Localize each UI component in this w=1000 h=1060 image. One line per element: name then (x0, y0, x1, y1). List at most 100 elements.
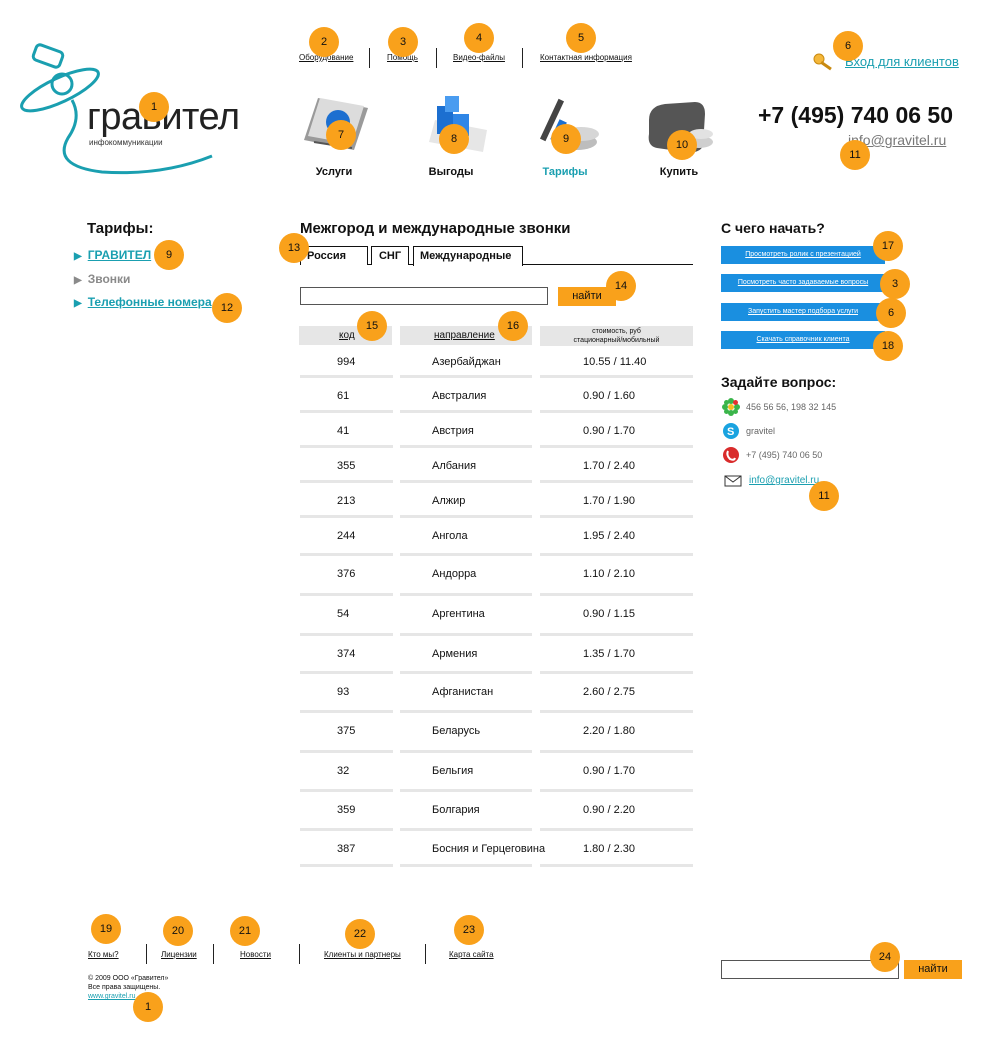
row-separator (400, 750, 532, 753)
row-separator (400, 789, 532, 792)
ask-title: Задайте вопрос: (721, 374, 837, 390)
cell-direction: Бельгия (432, 765, 474, 777)
cell-code: 387 (337, 843, 356, 855)
logo-tagline: инфокоммуникации (89, 138, 163, 147)
sidebar-item-phone-numbers[interactable]: ▶ Телефонные номера (74, 295, 212, 309)
download-guide-button[interactable]: Скачать справочник клиента (721, 331, 885, 349)
annotation-badge: 3 (880, 269, 910, 299)
footer-link-about[interactable]: Кто мы? (88, 950, 119, 959)
cell-code: 61 (337, 390, 350, 402)
phone-icon (722, 446, 740, 469)
row-separator (400, 515, 532, 518)
cell-direction: Босния и Герцеговина (432, 843, 546, 855)
row-separator (300, 828, 393, 831)
svg-text:S: S (727, 426, 734, 438)
row-separator (300, 480, 393, 483)
row-separator (300, 750, 393, 753)
row-separator (300, 671, 393, 674)
row-separator (540, 375, 693, 378)
sidebar-item-label: Звонки (87, 272, 131, 286)
cell-direction: Беларусь (432, 725, 481, 737)
cell-direction: Болгария (432, 804, 480, 816)
sidebar-item-label[interactable]: Телефонные номера (88, 295, 212, 309)
top-link-contacts[interactable]: Контактная информация (540, 53, 632, 62)
annotation-badge: 22 (345, 919, 375, 949)
footer-link-clients[interactable]: Клиенты и партнеры (324, 950, 401, 959)
sidebar-item-calls[interactable]: ▶ Звонки (74, 272, 130, 286)
row-separator (400, 445, 532, 448)
row-separator (540, 593, 693, 596)
table-row: 375 Беларусь 2.20 / 1.80 (300, 716, 693, 751)
watch-presentation-button[interactable]: Просмотреть ролик с презентацией (721, 246, 885, 264)
row-separator (300, 710, 393, 713)
cell-direction: Албания (432, 460, 477, 472)
row-separator (400, 828, 532, 831)
annotation-badge: 6 (833, 31, 863, 61)
cell-cost: 10.55 / 11.40 (583, 356, 647, 368)
cell-code: 374 (337, 648, 356, 660)
footer-link-sitemap[interactable]: Карта сайта (449, 950, 494, 959)
contact-phone: +7 (495) 740 06 50 (746, 450, 823, 460)
arrow-right-icon: ▶ (74, 298, 82, 309)
annotation-badge: 9 (154, 240, 184, 270)
top-link-video[interactable]: Видео-файлы (453, 53, 505, 62)
table-row: 93 Афганистан 2.60 / 2.75 (300, 677, 693, 712)
cell-code: 355 (337, 460, 356, 472)
tab-russia[interactable]: Россия (300, 246, 368, 265)
row-separator (540, 633, 693, 636)
search-input[interactable] (300, 287, 548, 305)
header-phone: +7 (495) 740 06 50 (758, 102, 954, 128)
row-separator (400, 553, 532, 556)
divider (425, 944, 426, 964)
footer-site-link[interactable]: www.gravitel.ru (88, 993, 135, 1000)
annotation-badge: 5 (566, 23, 596, 53)
sort-by-direction-link[interactable]: направление (434, 330, 495, 341)
sort-by-code-link[interactable]: код (339, 330, 355, 341)
table-row: 376 Андорра 1.10 / 2.10 (300, 559, 693, 594)
contact-email-link[interactable]: info@gravitel.ru (749, 475, 819, 486)
table-row: 374 Армения 1.35 / 1.70 (300, 639, 693, 674)
row-separator (400, 633, 532, 636)
annotation-badge: 11 (840, 140, 870, 170)
row-separator (300, 633, 393, 636)
rights-text: Все права защищены. (88, 984, 161, 991)
footer-search-button[interactable]: найти (904, 960, 962, 979)
sidebar-item-label[interactable]: ГРАВИТЕЛ (88, 248, 151, 262)
mail-icon (724, 474, 742, 492)
row-separator (400, 864, 532, 867)
sidebar-item-gravitel[interactable]: ▶ ГРАВИТЕЛ (74, 248, 151, 262)
row-separator (540, 671, 693, 674)
cell-direction: Австрия (432, 425, 474, 437)
cell-cost: 0.90 / 1.15 (583, 608, 635, 620)
cell-code: 41 (337, 425, 350, 437)
table-row: 32 Бельгия 0.90 / 1.70 (300, 756, 693, 791)
cell-direction: Афганистан (432, 686, 494, 698)
row-separator (540, 410, 693, 413)
table-row: 244 Ангола 1.95 / 2.40 (300, 521, 693, 556)
divider (213, 944, 214, 964)
tab-international[interactable]: Международные (413, 246, 523, 266)
footer-link-licenses[interactable]: Лицензии (161, 950, 197, 959)
cell-code: 244 (337, 530, 356, 542)
logo[interactable]: гравител инфокоммуникации (12, 40, 252, 180)
row-separator (300, 864, 393, 867)
client-login-link[interactable]: Вход для клиентов (845, 54, 959, 69)
sidebar-title: Тарифы: (87, 220, 154, 237)
page-title: Межгород и международные звонки (300, 220, 571, 237)
footer-link-news[interactable]: Новости (240, 950, 271, 959)
divider (299, 944, 300, 964)
row-separator (400, 375, 532, 378)
tab-cis[interactable]: СНГ (371, 246, 409, 265)
copyright-text: © 2009 ООО «Гравител» (88, 975, 169, 982)
annotation-badge: 1 (133, 992, 163, 1022)
cell-cost: 0.90 / 2.20 (583, 804, 635, 816)
skype-name: gravitel (746, 426, 776, 436)
cell-cost: 1.70 / 1.90 (583, 495, 635, 507)
faq-button[interactable]: Посмотреть часто задаваемые вопросы (721, 274, 885, 292)
arrow-right-icon: ▶ (74, 275, 82, 286)
row-separator (540, 789, 693, 792)
row-separator (540, 864, 693, 867)
cell-direction: Австралия (432, 390, 487, 402)
nav-label: Купить (659, 166, 699, 178)
service-wizard-button[interactable]: Запустить мастер подбора услуги (721, 303, 885, 321)
